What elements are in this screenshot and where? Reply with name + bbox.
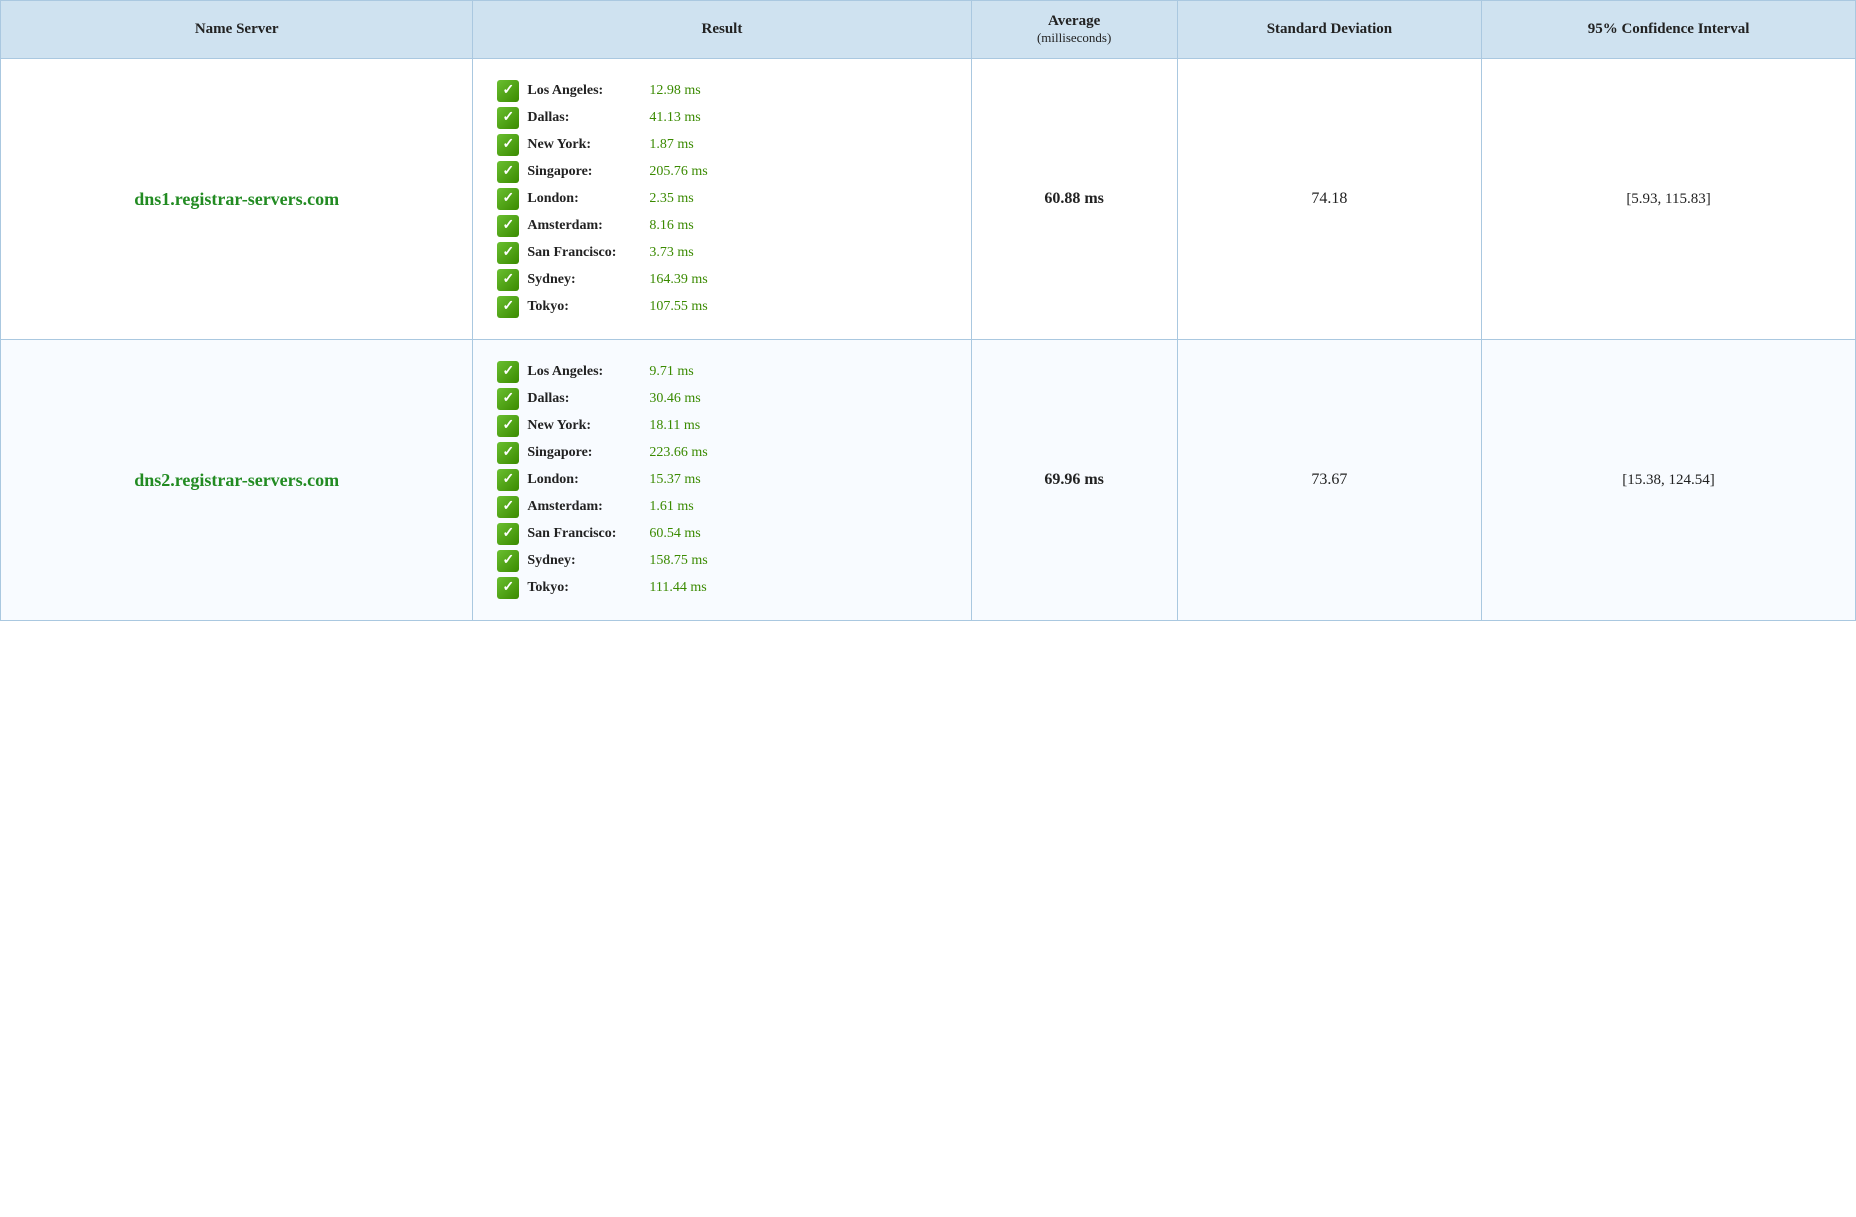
dns-results-table: Name Server Result Average (milliseconds…: [0, 0, 1856, 621]
location-name: London:: [527, 191, 637, 207]
location-row: New York: 1.87 ms: [497, 134, 946, 156]
location-time: 1.87 ms: [649, 137, 693, 153]
check-icon: [497, 269, 519, 291]
check-icon: [497, 215, 519, 237]
check-icon: [497, 361, 519, 383]
location-time: 158.75 ms: [649, 553, 707, 569]
ci-cell: [5.93, 115.83]: [1482, 59, 1856, 340]
check-icon: [497, 80, 519, 102]
location-name: San Francisco:: [527, 526, 637, 542]
check-icon: [497, 442, 519, 464]
header-average-sub: (milliseconds): [988, 30, 1161, 46]
check-icon: [497, 577, 519, 599]
location-time: 107.55 ms: [649, 299, 707, 315]
location-name: Singapore:: [527, 445, 637, 461]
location-time: 41.13 ms: [649, 110, 700, 126]
ci-cell: [15.38, 124.54]: [1482, 340, 1856, 621]
location-row: Amsterdam: 8.16 ms: [497, 215, 946, 237]
location-row: Los Angeles: 9.71 ms: [497, 361, 946, 383]
location-row: London: 15.37 ms: [497, 469, 946, 491]
average-cell: 69.96 ms: [971, 340, 1177, 621]
check-icon: [497, 296, 519, 318]
location-row: Sydney: 164.39 ms: [497, 269, 946, 291]
header-result: Result: [473, 1, 971, 59]
name-server-cell: dns2.registrar-servers.com: [1, 340, 473, 621]
location-row: Dallas: 30.46 ms: [497, 388, 946, 410]
location-row: Dallas: 41.13 ms: [497, 107, 946, 129]
location-name: Amsterdam:: [527, 499, 637, 515]
location-row: Sydney: 158.75 ms: [497, 550, 946, 572]
location-name: Sydney:: [527, 272, 637, 288]
check-icon: [497, 388, 519, 410]
location-name: New York:: [527, 137, 637, 153]
location-time: 15.37 ms: [649, 472, 700, 488]
stddev-cell: 73.67: [1177, 340, 1481, 621]
location-time: 2.35 ms: [649, 191, 693, 207]
location-name: Amsterdam:: [527, 218, 637, 234]
location-name: Tokyo:: [527, 299, 637, 315]
location-name: London:: [527, 472, 637, 488]
location-name: San Francisco:: [527, 245, 637, 261]
location-row: London: 2.35 ms: [497, 188, 946, 210]
location-time: 8.16 ms: [649, 218, 693, 234]
check-icon: [497, 107, 519, 129]
check-icon: [497, 550, 519, 572]
location-time: 12.98 ms: [649, 83, 700, 99]
header-stddev: Standard Deviation: [1177, 1, 1481, 59]
location-time: 60.54 ms: [649, 526, 700, 542]
location-row: San Francisco: 60.54 ms: [497, 523, 946, 545]
stddev-cell: 74.18: [1177, 59, 1481, 340]
location-time: 3.73 ms: [649, 245, 693, 261]
location-name: Dallas:: [527, 391, 637, 407]
result-cell: Los Angeles: 12.98 ms Dallas: 41.13 ms New Y…: [473, 59, 971, 340]
location-time: 9.71 ms: [649, 364, 693, 380]
location-time: 111.44 ms: [649, 580, 706, 596]
location-time: 30.46 ms: [649, 391, 700, 407]
header-average: Average (milliseconds): [971, 1, 1177, 59]
location-name: Los Angeles:: [527, 83, 637, 99]
location-name: Los Angeles:: [527, 364, 637, 380]
check-icon: [497, 469, 519, 491]
location-row: Tokyo: 111.44 ms: [497, 577, 946, 599]
location-name: Sydney:: [527, 553, 637, 569]
check-icon: [497, 496, 519, 518]
location-row: Amsterdam: 1.61 ms: [497, 496, 946, 518]
result-cell: Los Angeles: 9.71 ms Dallas: 30.46 ms New Yo…: [473, 340, 971, 621]
location-name: Singapore:: [527, 164, 637, 180]
header-average-label: Average: [1048, 13, 1100, 29]
location-row: Singapore: 223.66 ms: [497, 442, 946, 464]
table-row: dns1.registrar-servers.com Los Angeles: 12…: [1, 59, 1856, 340]
name-server-cell: dns1.registrar-servers.com: [1, 59, 473, 340]
location-name: New York:: [527, 418, 637, 434]
average-cell: 60.88 ms: [971, 59, 1177, 340]
check-icon: [497, 161, 519, 183]
location-time: 1.61 ms: [649, 499, 693, 515]
table-header-row: Name Server Result Average (milliseconds…: [1, 1, 1856, 59]
location-row: Los Angeles: 12.98 ms: [497, 80, 946, 102]
location-time: 18.11 ms: [649, 418, 700, 434]
check-icon: [497, 188, 519, 210]
location-time: 205.76 ms: [649, 164, 707, 180]
location-name: Dallas:: [527, 110, 637, 126]
table-row: dns2.registrar-servers.com Los Angeles: 9.…: [1, 340, 1856, 621]
check-icon: [497, 134, 519, 156]
check-icon: [497, 415, 519, 437]
location-row: New York: 18.11 ms: [497, 415, 946, 437]
location-time: 223.66 ms: [649, 445, 707, 461]
location-row: Tokyo: 107.55 ms: [497, 296, 946, 318]
location-name: Tokyo:: [527, 580, 637, 596]
location-row: San Francisco: 3.73 ms: [497, 242, 946, 264]
location-time: 164.39 ms: [649, 272, 707, 288]
header-ci: 95% Confidence Interval: [1482, 1, 1856, 59]
header-name-server: Name Server: [1, 1, 473, 59]
check-icon: [497, 242, 519, 264]
check-icon: [497, 523, 519, 545]
location-row: Singapore: 205.76 ms: [497, 161, 946, 183]
